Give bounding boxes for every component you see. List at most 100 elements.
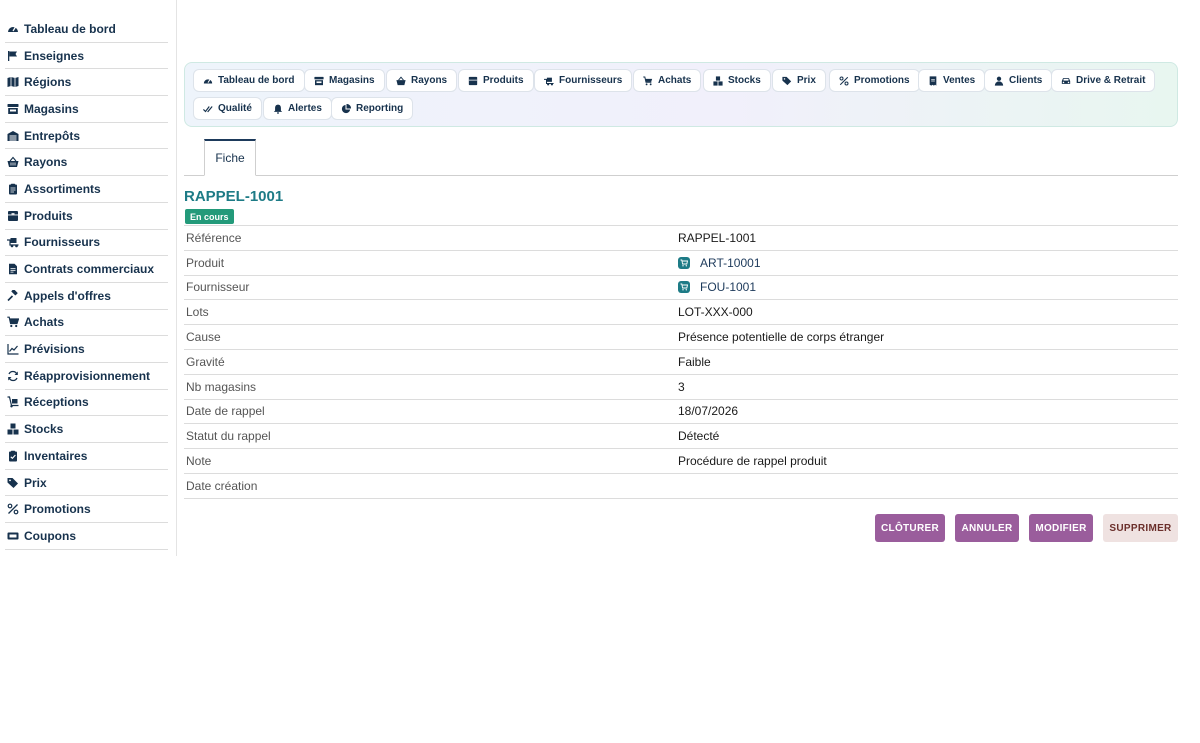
- nav-clients[interactable]: Clients: [984, 69, 1053, 92]
- ticket-icon: [5, 530, 21, 542]
- nav-fournisseurs[interactable]: Fournisseurs: [534, 69, 633, 92]
- nav-tableau-de-bord[interactable]: Tableau de bord: [193, 69, 305, 92]
- cart-link-icon: [678, 256, 690, 269]
- gavel-icon: [5, 289, 21, 302]
- sidebar-item-stocks[interactable]: Stocks: [5, 416, 168, 443]
- nav-produits[interactable]: Produits: [458, 69, 534, 92]
- boxes-icon: [713, 75, 723, 86]
- table-row: Note Procédure de rappel produit: [184, 449, 1178, 474]
- sidebar-item-coupons[interactable]: Coupons: [5, 523, 168, 550]
- cart-icon: [643, 76, 653, 85]
- user-icon: [994, 76, 1004, 86]
- sidebar-item-rayons[interactable]: Rayons: [5, 149, 168, 177]
- sidebar-item-magasins[interactable]: Magasins: [5, 96, 168, 123]
- percent-icon: [5, 503, 21, 515]
- nav-label: Alertes: [288, 103, 322, 114]
- supprimer-button[interactable]: SUPPRIMER: [1103, 514, 1178, 542]
- pie-chart-icon: [341, 103, 351, 113]
- nav-prix[interactable]: Prix: [772, 69, 826, 92]
- annuler-button[interactable]: ANNULER: [955, 514, 1019, 542]
- nav-magasins[interactable]: Magasins: [304, 69, 385, 92]
- nav-label: Rayons: [411, 75, 448, 86]
- field-value: Détecté: [678, 429, 720, 444]
- clipboard-check-icon: [5, 450, 21, 462]
- sidebar-item-label: Assortiments: [24, 181, 101, 196]
- sidebar-item-receptions[interactable]: Réceptions: [5, 390, 168, 417]
- table-row: Date création: [184, 474, 1178, 499]
- field-label: Date de rappel: [186, 404, 265, 419]
- contract-icon: [5, 263, 21, 275]
- sidebar-item-contrats[interactable]: Contrats commerciaux: [5, 256, 168, 283]
- nav-label: Qualité: [218, 103, 252, 114]
- dolly-icon: [5, 396, 21, 408]
- field-value: FOU-1001: [678, 280, 1178, 294]
- percent-icon: [839, 76, 849, 85]
- nav-reporting[interactable]: Reporting: [331, 97, 414, 120]
- nav-drive-retrait[interactable]: Drive & Retrait: [1051, 69, 1156, 92]
- sidebar-item-inventaires[interactable]: Inventaires: [5, 443, 168, 470]
- sidebar-item-fournisseurs[interactable]: Fournisseurs: [5, 230, 168, 257]
- truck-icon: [5, 236, 21, 248]
- sidebar-item-previsions[interactable]: Prévisions: [5, 336, 168, 363]
- module-nav: Tableau de bord Magasins Rayons Produits…: [184, 62, 1178, 127]
- field-value: RAPPEL-1001: [678, 230, 757, 245]
- sidebar-item-label: Achats: [24, 315, 65, 330]
- cloturer-button[interactable]: CLÔTURER: [875, 514, 945, 542]
- basket-icon: [396, 76, 406, 85]
- sidebar-item-label: Appels d'offres: [24, 288, 111, 303]
- check-double-icon: [203, 105, 213, 112]
- nav-label: Magasins: [329, 75, 375, 86]
- nav-label: Produits: [483, 75, 524, 86]
- sidebar-item-label: Produits: [24, 208, 73, 223]
- table-row: Référence RAPPEL-1001: [184, 226, 1178, 251]
- warehouse-icon: [5, 130, 21, 142]
- sidebar-item-promotions[interactable]: Promotions: [5, 496, 168, 524]
- sidebar-item-assortiments[interactable]: Assortiments: [5, 176, 168, 203]
- sidebar-item-label: Inventaires: [24, 448, 88, 463]
- tab-fiche[interactable]: Fiche: [204, 139, 256, 176]
- field-label: Gravité: [186, 354, 225, 369]
- sidebar-item-produits[interactable]: Produits: [5, 203, 168, 230]
- nav-qualite[interactable]: Qualité: [193, 97, 262, 120]
- sidebar-item-regions[interactable]: Régions: [5, 69, 168, 97]
- product-link[interactable]: ART-10001: [700, 256, 761, 270]
- nav-rayons[interactable]: Rayons: [386, 69, 458, 92]
- field-label: Cause: [186, 330, 221, 345]
- sidebar-item-label: Contrats commerciaux: [24, 262, 155, 277]
- sidebar-item-prix[interactable]: Prix: [5, 470, 168, 497]
- nav-stocks[interactable]: Stocks: [703, 69, 771, 92]
- table-row: Date de rappel 18/07/2026: [184, 400, 1178, 425]
- sidebar-item-label: Stocks: [24, 422, 64, 437]
- receipt-icon: [929, 75, 937, 86]
- page-title: RAPPEL-1001: [184, 188, 284, 205]
- sidebar-item-label: Coupons: [24, 528, 76, 543]
- nav-ventes[interactable]: Ventes: [918, 69, 986, 92]
- refresh-icon: [5, 370, 21, 382]
- nav-label: Reporting: [356, 103, 404, 114]
- sidebar-item-reapprovisionnement[interactable]: Réapprovisionnement: [5, 363, 168, 390]
- supplier-link[interactable]: FOU-1001: [700, 280, 756, 294]
- modifier-button[interactable]: MODIFIER: [1029, 514, 1093, 542]
- sidebar-item-label: Promotions: [24, 502, 91, 517]
- sidebar-item-tableau-de-bord[interactable]: Tableau de bord: [5, 16, 168, 43]
- field-label: Statut du rappel: [186, 429, 271, 444]
- status-badge: En cours: [185, 209, 234, 224]
- field-value: Procédure de rappel produit: [678, 454, 827, 469]
- field-value: Présence potentielle de corps étranger: [678, 330, 885, 345]
- sidebar-item-entrepots[interactable]: Entrepôts: [5, 123, 168, 150]
- nav-label: Tableau de bord: [218, 75, 295, 86]
- sidebar-item-enseignes[interactable]: Enseignes: [5, 43, 168, 70]
- box-icon: [5, 210, 21, 222]
- field-value: ART-10001: [678, 256, 1178, 270]
- sidebar-item-achats[interactable]: Achats: [5, 310, 168, 337]
- gauge-icon: [203, 78, 213, 83]
- sidebar-item-label: Rayons: [24, 155, 68, 170]
- nav-label: Achats: [658, 75, 692, 86]
- detail-table: Référence RAPPEL-1001 Produit ART-10001 Fo…: [184, 225, 1178, 499]
- nav-promotions[interactable]: Promotions: [829, 69, 920, 92]
- nav-achats[interactable]: Achats: [633, 69, 702, 92]
- nav-alertes[interactable]: Alertes: [263, 97, 332, 120]
- table-row: Produit ART-10001: [184, 251, 1178, 276]
- sidebar-item-appels-doffres[interactable]: Appels d'offres: [5, 283, 168, 310]
- field-label: Fournisseur: [186, 280, 250, 295]
